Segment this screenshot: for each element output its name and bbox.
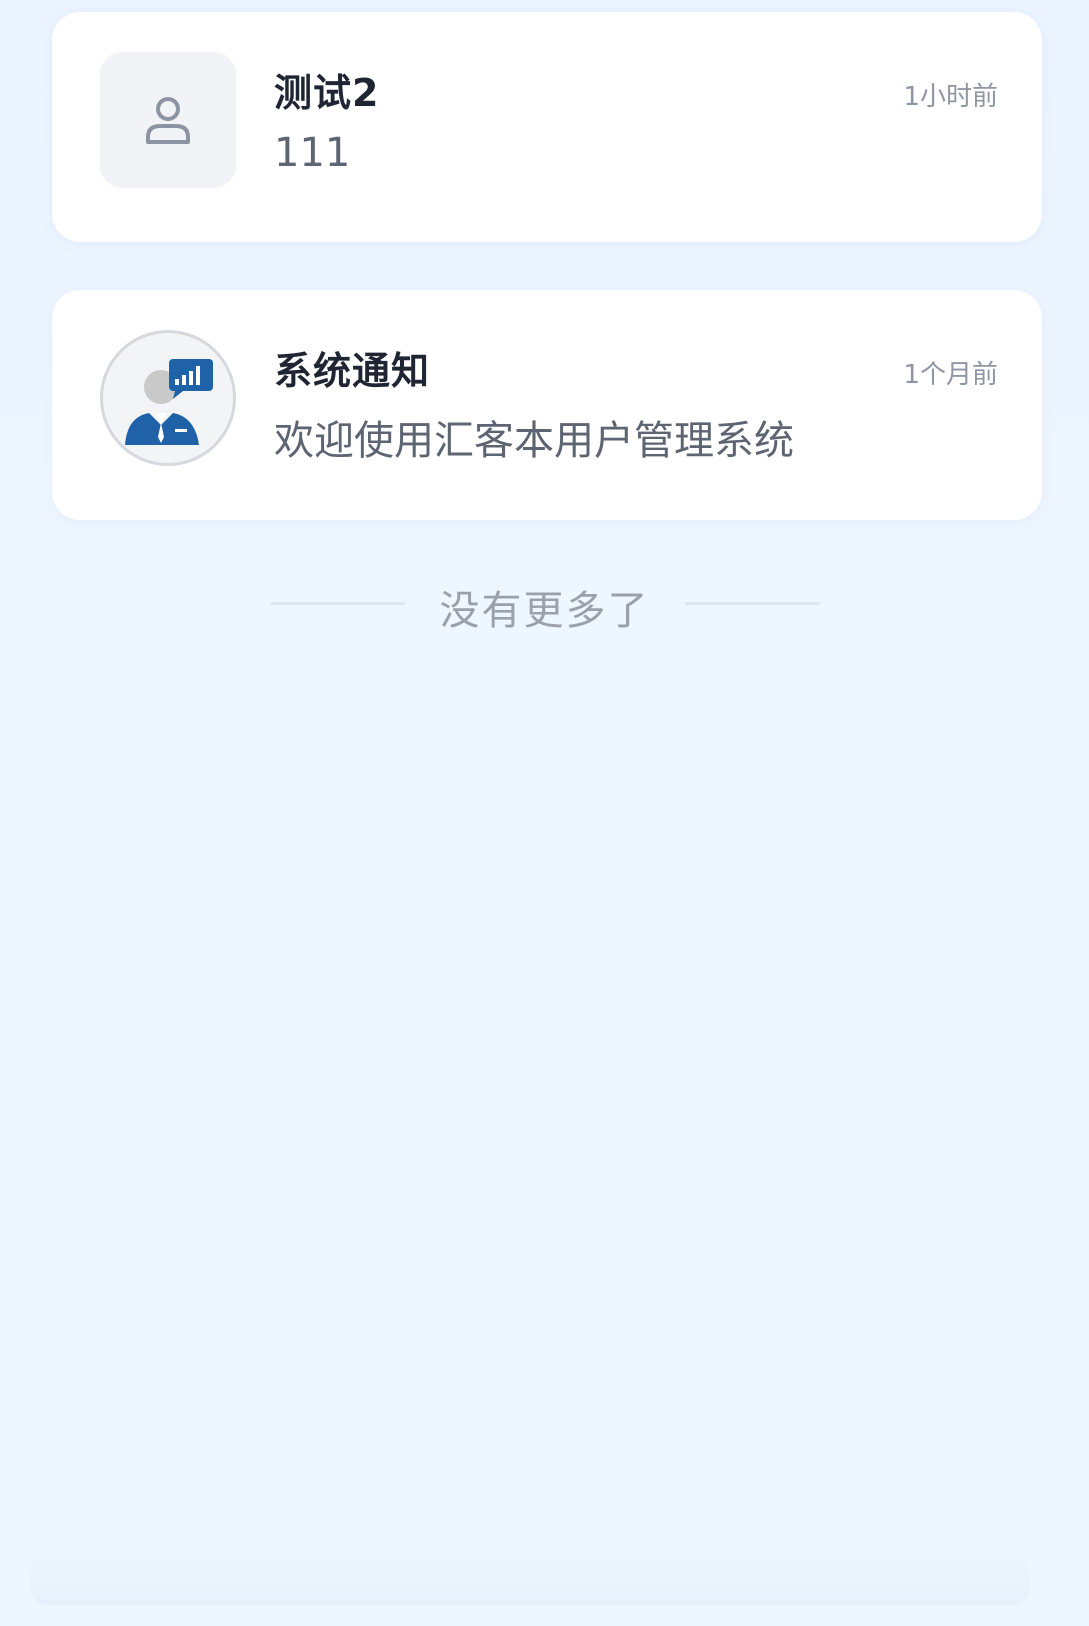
bottom-bar [30,1548,1030,1606]
notification-time: 1个月前 [903,360,998,390]
no-more-text: 没有更多了 [439,588,650,634]
system-avatar-icon [100,330,236,466]
businessman-chart-icon [125,359,213,445]
notification-list-page: 测试2 1小时前 111 系统通知 1个月前 欢迎使用汇客本用户管理系统 没有更… [0,0,1089,1626]
notification-content: 111 [274,130,351,176]
notification-card[interactable]: 系统通知 1个月前 欢迎使用汇客本用户管理系统 [52,290,1042,520]
divider-line-right [685,602,820,605]
notification-card[interactable]: 测试2 1小时前 111 [52,12,1042,242]
person-outline-icon [146,97,190,144]
user-placeholder-icon [100,52,236,188]
list-end-indicator: 没有更多了 [0,572,1089,634]
notification-content: 欢迎使用汇客本用户管理系统 [274,418,794,464]
notification-title: 测试2 [274,71,380,115]
notification-time: 1小时前 [903,82,998,112]
notification-title: 系统通知 [274,349,431,393]
